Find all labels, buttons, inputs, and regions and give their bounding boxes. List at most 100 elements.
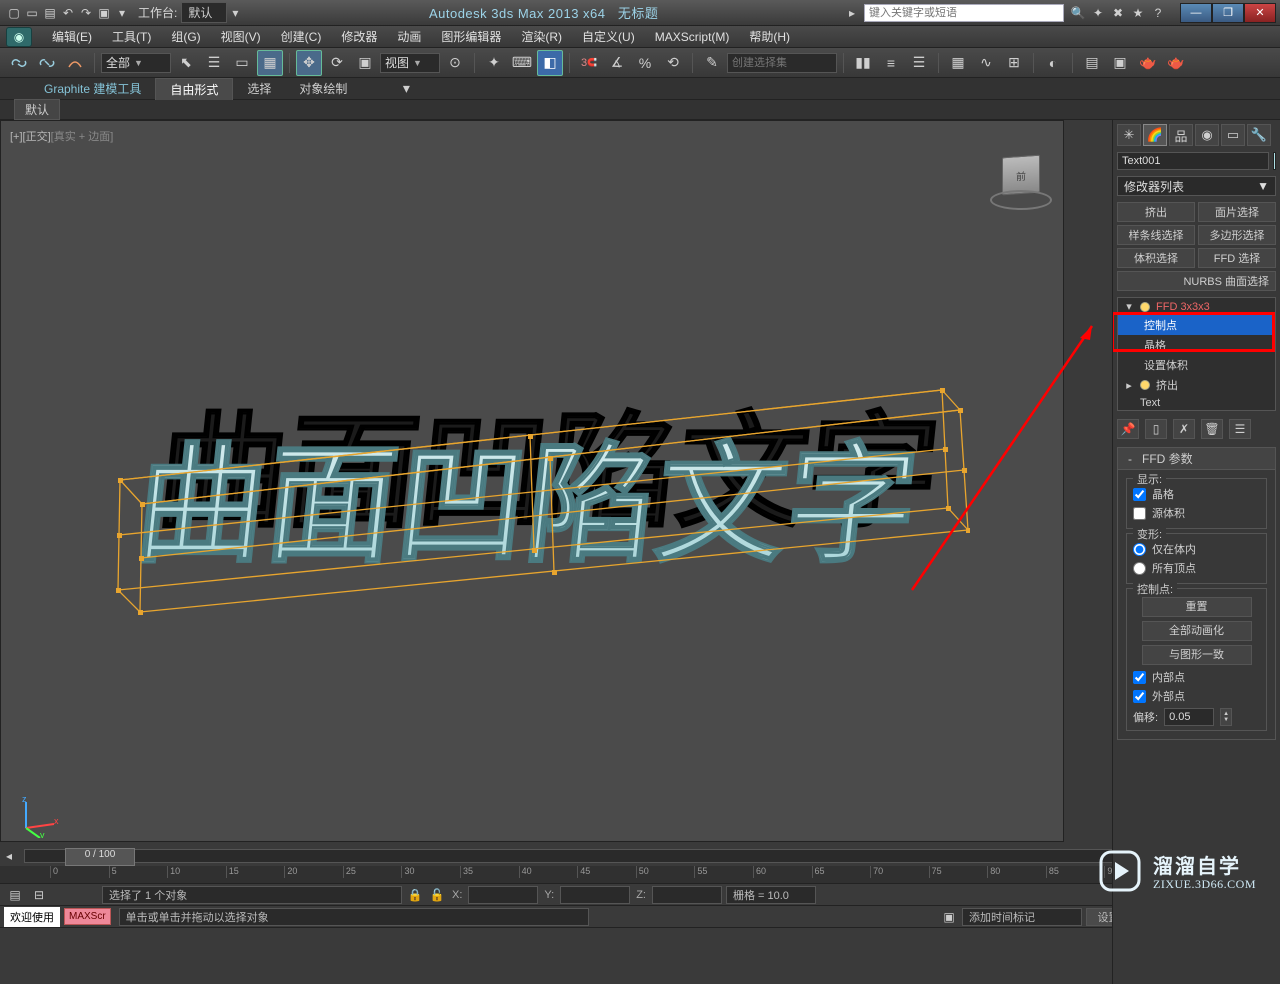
- ribbon-expand-icon[interactable]: ▾: [393, 76, 419, 102]
- welcome-tab[interactable]: 欢迎使用: [4, 907, 60, 927]
- named-selection-input[interactable]: [727, 53, 837, 73]
- select-rotate-icon[interactable]: ⟳: [324, 50, 350, 76]
- time-handle[interactable]: 0 / 100: [65, 848, 135, 866]
- project-icon[interactable]: ▣: [96, 5, 112, 21]
- select-scale-icon[interactable]: ▣: [352, 50, 378, 76]
- lattice-checkbox[interactable]: 晶格: [1133, 486, 1260, 502]
- offset-spinner[interactable]: [1164, 708, 1214, 726]
- make-unique-icon[interactable]: ✗: [1173, 419, 1195, 439]
- pivot-icon[interactable]: ⊙: [442, 50, 468, 76]
- select-move-icon[interactable]: ✥: [296, 50, 322, 76]
- mod-btn-5[interactable]: FFD 选择: [1198, 248, 1276, 268]
- display-tab-icon[interactable]: ▭: [1221, 124, 1245, 146]
- help-icon[interactable]: ?: [1150, 5, 1166, 21]
- stack-extrude[interactable]: ▸挤出: [1118, 375, 1275, 395]
- menu-组G[interactable]: 组(G): [161, 26, 210, 47]
- minimize-button[interactable]: —: [1180, 3, 1212, 23]
- menu-视图V[interactable]: 视图(V): [211, 26, 271, 47]
- viewcube[interactable]: 前: [990, 150, 1054, 214]
- utilities-tab-icon[interactable]: 🔧: [1247, 124, 1271, 146]
- search-input[interactable]: [864, 4, 1064, 22]
- modify-tab-icon[interactable]: 🌈: [1143, 124, 1167, 146]
- object-color-swatch[interactable]: [1273, 152, 1276, 170]
- reset-button[interactable]: 重置: [1142, 597, 1252, 617]
- viewcube-ring[interactable]: [990, 190, 1052, 210]
- align-icon[interactable]: ≡: [878, 50, 904, 76]
- keyboard-shortcut-icon[interactable]: ⌨: [509, 50, 535, 76]
- app-logo-icon[interactable]: ◉: [6, 27, 32, 47]
- new-file-icon[interactable]: ▢: [6, 5, 22, 21]
- stack-sub-controlpoints[interactable]: 控制点: [1118, 315, 1275, 335]
- pin-stack-icon[interactable]: 📌: [1117, 419, 1139, 439]
- undo-icon[interactable]: ↶: [60, 5, 76, 21]
- stack-base-text[interactable]: Text: [1118, 395, 1275, 411]
- material-editor-icon[interactable]: ◐: [1040, 50, 1066, 76]
- menu-自定义U[interactable]: 自定义(U): [572, 26, 645, 47]
- render-setup-icon[interactable]: ▤: [1079, 50, 1105, 76]
- ref-coord-combo[interactable]: 视图▼: [380, 53, 440, 73]
- link-icon[interactable]: [6, 50, 32, 76]
- subscription-icon[interactable]: ✦: [1090, 5, 1106, 21]
- status-lock-icon[interactable]: ⊟: [28, 885, 50, 905]
- y-field[interactable]: [560, 886, 630, 904]
- stack-sub-lattice[interactable]: 晶格: [1118, 335, 1275, 355]
- menu-动画[interactable]: 动画: [387, 26, 431, 47]
- mod-btn-3[interactable]: 多边形选择: [1198, 225, 1276, 245]
- named-sel-edit-icon[interactable]: ✎: [699, 50, 725, 76]
- snap-toggle-icon[interactable]: ◧: [537, 50, 563, 76]
- redo-icon[interactable]: ↷: [78, 5, 94, 21]
- percent-snap-icon[interactable]: %: [632, 50, 658, 76]
- mod-btn-2[interactable]: 样条线选择: [1117, 225, 1195, 245]
- select-by-name-icon[interactable]: ☰: [201, 50, 227, 76]
- all-vertices-radio[interactable]: 所有顶点: [1133, 560, 1260, 576]
- render-icon[interactable]: 🫖: [1135, 50, 1161, 76]
- x-field[interactable]: [468, 886, 538, 904]
- save-file-icon[interactable]: ▤: [42, 5, 58, 21]
- conform-shape-button[interactable]: 与图形一致: [1142, 645, 1252, 665]
- menu-帮助H[interactable]: 帮助(H): [739, 26, 800, 47]
- outside-points-checkbox[interactable]: 外部点: [1133, 688, 1260, 704]
- motion-tab-icon[interactable]: ◉: [1195, 124, 1219, 146]
- create-tab-icon[interactable]: ✳: [1117, 124, 1141, 146]
- favorite-icon[interactable]: ★: [1130, 5, 1146, 21]
- mirror-icon[interactable]: ▮▮: [850, 50, 876, 76]
- maxscript-tab[interactable]: MAXScr: [64, 908, 111, 925]
- mod-btn-0[interactable]: 挤出: [1117, 202, 1195, 222]
- mod-btn-1[interactable]: 面片选择: [1198, 202, 1276, 222]
- bind-space-warp-icon[interactable]: [62, 50, 88, 76]
- lock-selection-icon[interactable]: 🔓: [426, 885, 448, 905]
- timeline-left-icon[interactable]: ◂: [0, 849, 18, 863]
- stack-ffd[interactable]: ▾FFD 3x3x3: [1118, 298, 1275, 315]
- time-scrubber[interactable]: 0 / 100: [24, 849, 1256, 863]
- exchange-icon[interactable]: ✖: [1110, 5, 1126, 21]
- inside-points-checkbox[interactable]: 内部点: [1133, 669, 1260, 685]
- window-crossing-icon[interactable]: ▦: [257, 50, 283, 76]
- selection-filter-combo[interactable]: 全部▼: [101, 53, 171, 73]
- maximize-button[interactable]: ❐: [1212, 3, 1244, 23]
- menu-创建C[interactable]: 创建(C): [271, 26, 332, 47]
- select-object-icon[interactable]: ⬉: [173, 50, 199, 76]
- spinner-snap-icon[interactable]: ⟲: [660, 50, 686, 76]
- modifier-stack[interactable]: ▾FFD 3x3x3 控制点 晶格 设置体积 ▸挤出 Text: [1117, 297, 1276, 411]
- menu-工具T[interactable]: 工具(T): [102, 26, 161, 47]
- mod-btn-nurbs[interactable]: NURBS 曲面选择: [1117, 271, 1276, 291]
- viewport-label[interactable]: [+][正交][真实 + 边面]: [10, 128, 113, 144]
- graphite-icon[interactable]: ▦: [945, 50, 971, 76]
- status-script-icon[interactable]: ▤: [4, 885, 26, 905]
- isolate-icon[interactable]: 🔒: [404, 885, 426, 905]
- menu-MAXScriptM[interactable]: MAXScript(M): [645, 28, 740, 46]
- ribbon-tab-1[interactable]: 自由形式: [155, 78, 233, 100]
- modifier-list-combo[interactable]: 修改器列表▼: [1117, 176, 1276, 196]
- remove-mod-icon[interactable]: 🗑: [1201, 419, 1223, 439]
- layer-icon[interactable]: ☰: [906, 50, 932, 76]
- only-in-volume-radio[interactable]: 仅在体内: [1133, 541, 1260, 557]
- render-prod-icon[interactable]: 🫖: [1163, 50, 1189, 76]
- chevron-down-icon[interactable]: ▾: [227, 5, 243, 21]
- schematic-icon[interactable]: ⊞: [1001, 50, 1027, 76]
- close-button[interactable]: ✕: [1244, 3, 1276, 23]
- open-file-icon[interactable]: ▭: [24, 5, 40, 21]
- binoculars-icon[interactable]: 🔍: [1070, 5, 1086, 21]
- menu-修改器[interactable]: 修改器: [331, 26, 387, 47]
- add-time-tag[interactable]: 添加时间标记: [962, 908, 1082, 926]
- ribbon-tab-2[interactable]: 选择: [233, 78, 285, 99]
